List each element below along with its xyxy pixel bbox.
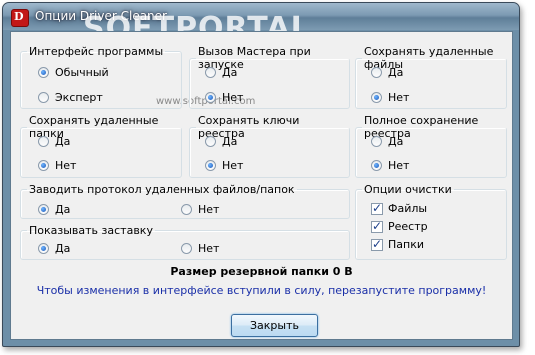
radio-splash-no[interactable]: Нет xyxy=(181,242,219,255)
checkbox-clean-folders[interactable]: Папки xyxy=(371,237,424,251)
checkbox-clean-files[interactable]: Файлы xyxy=(371,201,427,215)
group-clean-label: Опции очистки xyxy=(364,183,452,196)
radio-selected-icon xyxy=(205,92,216,103)
radio-save-files-no[interactable]: Нет xyxy=(371,91,409,104)
radio-icon xyxy=(371,67,382,78)
close-button[interactable]: Закрыть xyxy=(231,314,318,337)
radio-wizard-yes[interactable]: Да xyxy=(205,66,237,79)
radio-icon xyxy=(181,243,192,254)
radio-wizard-no[interactable]: Нет xyxy=(205,91,243,104)
radio-selected-icon xyxy=(38,160,49,171)
radio-selected-icon xyxy=(205,160,216,171)
radio-icon xyxy=(205,67,216,78)
radio-interface-normal[interactable]: Обычный xyxy=(38,66,109,79)
radio-icon xyxy=(38,136,49,147)
group-log-label: Заводить протокол удаленных файлов/папок xyxy=(29,183,295,196)
checkbox-checked-icon xyxy=(371,219,383,233)
radio-save-keys-no[interactable]: Нет xyxy=(205,159,243,172)
radio-icon xyxy=(205,136,216,147)
radio-save-files-yes[interactable]: Да xyxy=(371,66,403,79)
options-window: D Опции Driver Cleaner SOFTPORTAL www.so… xyxy=(2,2,520,347)
radio-icon xyxy=(38,92,49,103)
radio-save-folders-no[interactable]: Нет xyxy=(38,159,76,172)
radio-icon xyxy=(371,136,382,147)
restart-notice: Чтобы изменения в интерфейсе вступили в … xyxy=(36,284,487,297)
checkbox-checked-icon xyxy=(371,201,383,215)
dialog-body: www.softportal.com Интерфейс программы О… xyxy=(10,31,513,340)
radio-selected-icon xyxy=(38,204,49,215)
radio-log-no[interactable]: Нет xyxy=(181,203,219,216)
checkbox-checked-icon xyxy=(371,237,383,251)
radio-full-registry-no[interactable]: Нет xyxy=(371,159,409,172)
radio-selected-icon xyxy=(371,92,382,103)
radio-save-folders-yes[interactable]: Да xyxy=(38,135,70,148)
radio-save-keys-yes[interactable]: Да xyxy=(205,135,237,148)
title-bar[interactable]: D Опции Driver Cleaner SOFTPORTAL xyxy=(3,3,519,46)
app-icon: D xyxy=(11,9,29,27)
group-interface-label: Интерфейс программы xyxy=(29,45,164,58)
radio-selected-icon xyxy=(38,243,49,254)
radio-full-registry-yes[interactable]: Да xyxy=(371,135,403,148)
radio-splash-yes[interactable]: Да xyxy=(38,242,70,255)
radio-selected-icon xyxy=(38,67,49,78)
radio-interface-expert[interactable]: Эксперт xyxy=(38,91,103,104)
group-splash-label: Показывать заставку xyxy=(29,224,153,237)
checkbox-clean-registry[interactable]: Реестр xyxy=(371,219,428,233)
radio-log-yes[interactable]: Да xyxy=(38,203,70,216)
radio-icon xyxy=(181,204,192,215)
radio-selected-icon xyxy=(371,160,382,171)
backup-size-label: Размер резервной папки 0 B xyxy=(170,265,353,278)
